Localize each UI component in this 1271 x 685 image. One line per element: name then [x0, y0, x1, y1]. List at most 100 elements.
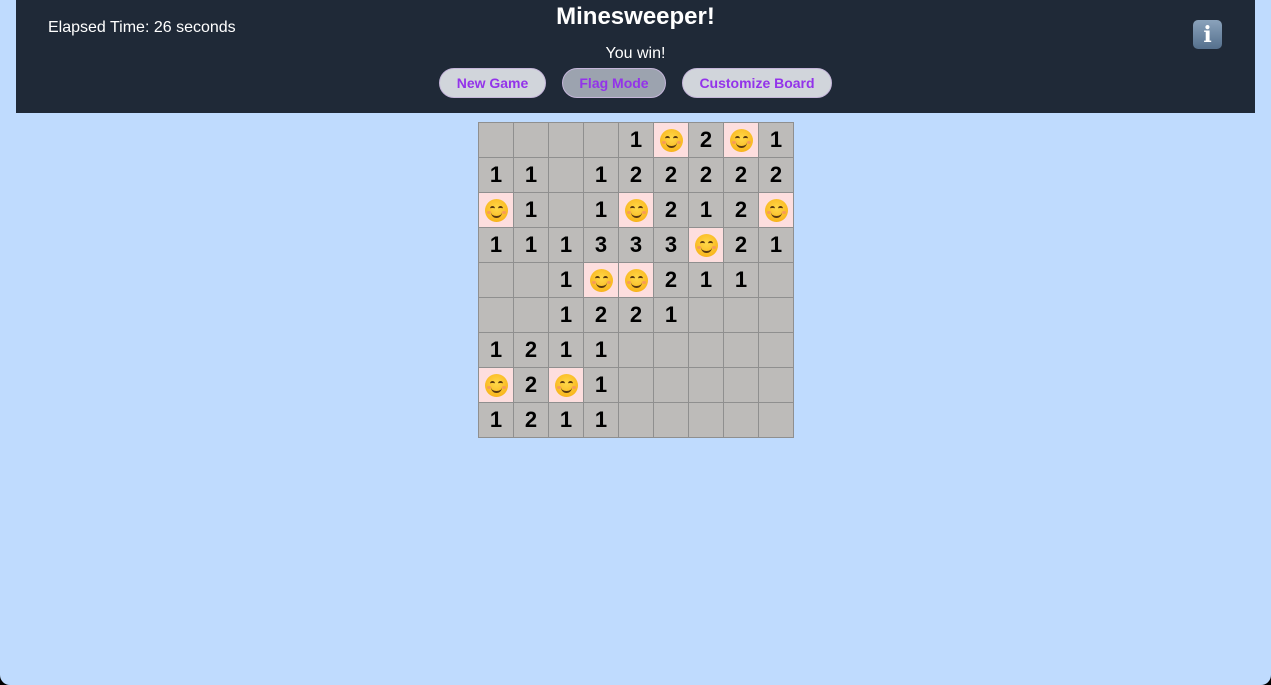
board-cell-empty[interactable] — [618, 402, 653, 437]
board-cell-number[interactable]: 1 — [618, 122, 653, 157]
board-cell-empty[interactable] — [513, 122, 548, 157]
board-cell-empty[interactable] — [513, 262, 548, 297]
page: Elapsed Time: 26 seconds Minesweeper! Yo… — [0, 0, 1271, 685]
board-cell-number[interactable]: 1 — [723, 262, 758, 297]
board-cell-number[interactable]: 1 — [758, 227, 793, 262]
board-cell-empty[interactable] — [758, 262, 793, 297]
board-cell-number[interactable]: 1 — [548, 262, 583, 297]
board-cell-empty[interactable] — [618, 367, 653, 402]
board-cell-empty[interactable] — [723, 367, 758, 402]
board-cell-empty[interactable] — [653, 332, 688, 367]
board-cell-number[interactable]: 1 — [548, 297, 583, 332]
board-cell-empty[interactable] — [513, 297, 548, 332]
customize-board-button[interactable]: Customize Board — [682, 68, 832, 98]
board-cell-number[interactable]: 2 — [513, 402, 548, 437]
board-cell-number[interactable]: 1 — [513, 192, 548, 227]
board-cell-empty[interactable] — [758, 332, 793, 367]
board-cell-number[interactable]: 1 — [688, 262, 723, 297]
board-cell-mine[interactable] — [583, 262, 618, 297]
board-cell-number[interactable]: 1 — [478, 157, 513, 192]
board-cell-number[interactable]: 1 — [583, 192, 618, 227]
board-cell-empty[interactable] — [723, 402, 758, 437]
board-cell-empty[interactable] — [758, 297, 793, 332]
board-cell-number[interactable]: 2 — [688, 157, 723, 192]
board-cell-number[interactable]: 1 — [548, 227, 583, 262]
board-cell-number[interactable]: 1 — [583, 367, 618, 402]
smiling-face-icon — [659, 128, 683, 152]
board-cell-number[interactable]: 2 — [653, 192, 688, 227]
board-cell-mine[interactable] — [618, 262, 653, 297]
game-status: You win! — [605, 45, 666, 62]
board-cell-number[interactable]: 1 — [513, 157, 548, 192]
board-cell-number[interactable]: 3 — [583, 227, 618, 262]
board-cell-empty[interactable] — [723, 297, 758, 332]
board-cell-number[interactable]: 2 — [723, 192, 758, 227]
board-cell-empty[interactable] — [548, 157, 583, 192]
board-cell-number[interactable]: 1 — [758, 122, 793, 157]
board-cell-empty[interactable] — [688, 402, 723, 437]
board-cell-number[interactable]: 2 — [688, 122, 723, 157]
board-cell-empty[interactable] — [548, 192, 583, 227]
board-cell-number[interactable]: 2 — [513, 332, 548, 367]
board-cell-empty[interactable] — [758, 367, 793, 402]
info-icon[interactable]: i — [1193, 20, 1222, 49]
board-cell-number[interactable]: 2 — [618, 157, 653, 192]
board-cell-mine[interactable] — [478, 192, 513, 227]
board-cell-empty[interactable] — [653, 402, 688, 437]
board-cell-number[interactable]: 1 — [478, 227, 513, 262]
board-cell-number[interactable]: 2 — [513, 367, 548, 402]
smiling-face-icon — [764, 198, 788, 222]
board-cell-number[interactable]: 1 — [478, 332, 513, 367]
board-cell-mine[interactable] — [618, 192, 653, 227]
new-game-button[interactable]: New Game — [439, 68, 546, 98]
button-bar: New Game Flag Mode Customize Board — [16, 68, 1255, 98]
board-cell-empty[interactable] — [478, 122, 513, 157]
board-cell-number[interactable]: 1 — [653, 297, 688, 332]
smiling-face-icon — [624, 198, 648, 222]
board-cell-mine[interactable] — [478, 367, 513, 402]
board-cell-mine[interactable] — [548, 367, 583, 402]
board-cell-mine[interactable] — [653, 122, 688, 157]
smiling-face-icon — [624, 268, 648, 292]
board-cell-empty[interactable] — [723, 332, 758, 367]
board-cell-number[interactable]: 2 — [653, 262, 688, 297]
board-cell-empty[interactable] — [758, 402, 793, 437]
board-cell-number[interactable]: 3 — [653, 227, 688, 262]
board-cell-number[interactable]: 1 — [478, 402, 513, 437]
board-cell-number[interactable]: 2 — [618, 297, 653, 332]
board-cell-empty[interactable] — [478, 262, 513, 297]
board-cell-empty[interactable] — [478, 297, 513, 332]
board-cell-empty[interactable] — [688, 367, 723, 402]
board-cell-empty[interactable] — [548, 122, 583, 157]
page-title: Minesweeper! — [556, 3, 715, 30]
smiling-face-icon — [554, 373, 578, 397]
board-cell-number[interactable]: 2 — [723, 227, 758, 262]
board-cell-number[interactable]: 1 — [548, 402, 583, 437]
board-cell-number[interactable]: 1 — [583, 332, 618, 367]
smiling-face-icon — [589, 268, 613, 292]
board-cell-number[interactable]: 1 — [688, 192, 723, 227]
smiling-face-icon — [484, 373, 508, 397]
flag-mode-button[interactable]: Flag Mode — [562, 68, 666, 98]
board-cell-mine[interactable] — [688, 227, 723, 262]
board-cell-empty[interactable] — [583, 122, 618, 157]
board-cell-empty[interactable] — [688, 297, 723, 332]
board-cell-empty[interactable] — [653, 367, 688, 402]
board-cell-empty[interactable] — [688, 332, 723, 367]
board-cell-number[interactable]: 1 — [583, 402, 618, 437]
header: Elapsed Time: 26 seconds Minesweeper! Yo… — [16, 0, 1255, 113]
board-cell-number[interactable]: 2 — [723, 157, 758, 192]
board-cell-mine[interactable] — [723, 122, 758, 157]
board-cell-number[interactable]: 1 — [513, 227, 548, 262]
board-cell-number[interactable]: 1 — [583, 157, 618, 192]
board-cell-mine[interactable] — [758, 192, 793, 227]
game-board: 1211112222211212111333211211122112112112… — [478, 122, 794, 438]
smiling-face-icon — [729, 128, 753, 152]
board-cell-number[interactable]: 1 — [548, 332, 583, 367]
board-cell-number[interactable]: 2 — [653, 157, 688, 192]
board-cell-number[interactable]: 2 — [583, 297, 618, 332]
board-cell-empty[interactable] — [618, 332, 653, 367]
board-cell-number[interactable]: 2 — [758, 157, 793, 192]
smiling-face-icon — [484, 198, 508, 222]
board-cell-number[interactable]: 3 — [618, 227, 653, 262]
